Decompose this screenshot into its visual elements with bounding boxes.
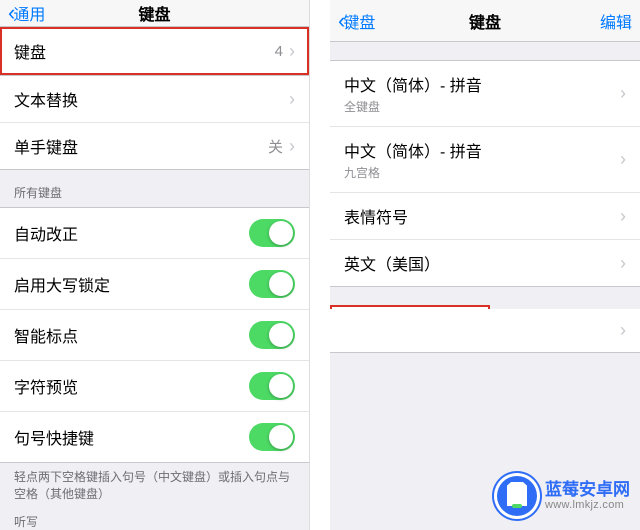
keyboards-count: 4 [275, 43, 283, 60]
smart-punct-toggle[interactable] [249, 321, 295, 349]
navbar-left: ‹ 通用 键盘 [0, 0, 309, 27]
page-title: 键盘 [330, 9, 640, 33]
back-label: 通用 [13, 1, 45, 25]
keyboard-label: 表情符号 [344, 204, 408, 228]
keyboard-sublabel: 全键盘 [344, 98, 380, 115]
keyboards-row[interactable]: 键盘 4 › [0, 27, 309, 75]
keyboards-list-pane: ‹ 键盘 键盘 编辑 中文（简体）- 拼音 全键盘 › 中文（简体）- 拼音 九… [330, 0, 640, 530]
chevron-right-icon: › [289, 136, 295, 157]
watermark: 蓝莓安卓网 www.lmkjz.com [497, 476, 630, 516]
back-button[interactable]: ‹ 通用 [8, 0, 45, 26]
keyboard-label: 中文（简体）- 拼音 [344, 138, 482, 162]
chevron-right-icon: › [620, 149, 626, 170]
smart-punct-label: 智能标点 [14, 323, 78, 347]
smart-punct-row: 智能标点 [0, 310, 309, 361]
one-handed-value: 关 [268, 136, 283, 157]
period-shortcut-row: 句号快捷键 [0, 412, 309, 462]
keyboard-item[interactable]: 中文（简体）- 拼音 九宫格 › [330, 127, 640, 193]
chevron-right-icon: › [289, 41, 295, 62]
text-replacement-label: 文本替换 [14, 87, 78, 111]
back-label: 键盘 [343, 9, 375, 33]
navbar-right: ‹ 键盘 键盘 编辑 [330, 0, 640, 42]
chevron-right-icon: › [620, 253, 626, 274]
auto-correct-label: 自动改正 [14, 221, 78, 245]
keyboard-settings-pane: ‹ 通用 键盘 键盘 4 › 文本替换 › 单手键盘 关 [0, 0, 310, 530]
page-title: 键盘 [0, 1, 309, 25]
one-handed-label: 单手键盘 [14, 134, 78, 158]
chevron-right-icon: › [620, 206, 626, 227]
toggles-group: 自动改正 启用大写锁定 智能标点 字符预览 句号快捷键 [0, 207, 309, 463]
shortcut-footer: 轻点两下空格键插入句号（中文键盘）或插入句点与空格（其他键盘） [0, 463, 309, 509]
watermark-url: www.lmkjz.com [545, 499, 630, 511]
one-handed-row[interactable]: 单手键盘 关 › [0, 123, 309, 169]
section-header-dictation: 听写 [0, 509, 309, 530]
char-preview-toggle[interactable] [249, 372, 295, 400]
char-preview-row: 字符预览 [0, 361, 309, 412]
keyboard-label: 中文（简体）- 拼音 [344, 72, 482, 96]
chevron-right-icon: › [289, 89, 295, 110]
chevron-right-icon: › [620, 320, 626, 341]
watermark-title: 蓝莓安卓网 [545, 481, 630, 500]
back-button[interactable]: ‹ 键盘 [338, 8, 375, 34]
keyboard-item[interactable]: 中文（简体）- 拼音 全键盘 › [330, 61, 640, 127]
chevron-right-icon: › [620, 83, 626, 104]
section-header-all-keyboards: 所有键盘 [0, 170, 309, 207]
caps-lock-label: 启用大写锁定 [14, 272, 110, 296]
keyboard-label: 英文（美国） [344, 251, 440, 275]
keyboard-item[interactable]: 表情符号 › [330, 193, 640, 240]
android-icon [497, 476, 537, 516]
keyboards-label: 键盘 [14, 39, 46, 63]
auto-correct-row: 自动改正 [0, 208, 309, 259]
keyboard-item[interactable]: 英文（美国） › [330, 240, 640, 286]
keyboards-list: 中文（简体）- 拼音 全键盘 › 中文（简体）- 拼音 九宫格 › 表情符号 › [330, 60, 640, 287]
period-shortcut-label: 句号快捷键 [14, 425, 94, 449]
edit-button[interactable]: 编辑 [600, 9, 632, 33]
char-preview-label: 字符预览 [14, 374, 78, 398]
text-replacement-row[interactable]: 文本替换 › [0, 76, 309, 123]
period-shortcut-toggle[interactable] [249, 423, 295, 451]
caps-lock-toggle[interactable] [249, 270, 295, 298]
keyboard-sublabel: 九宫格 [344, 164, 380, 181]
caps-lock-row: 启用大写锁定 [0, 259, 309, 310]
text-group: 文本替换 › 单手键盘 关 › [0, 75, 309, 170]
auto-correct-toggle[interactable] [249, 219, 295, 247]
